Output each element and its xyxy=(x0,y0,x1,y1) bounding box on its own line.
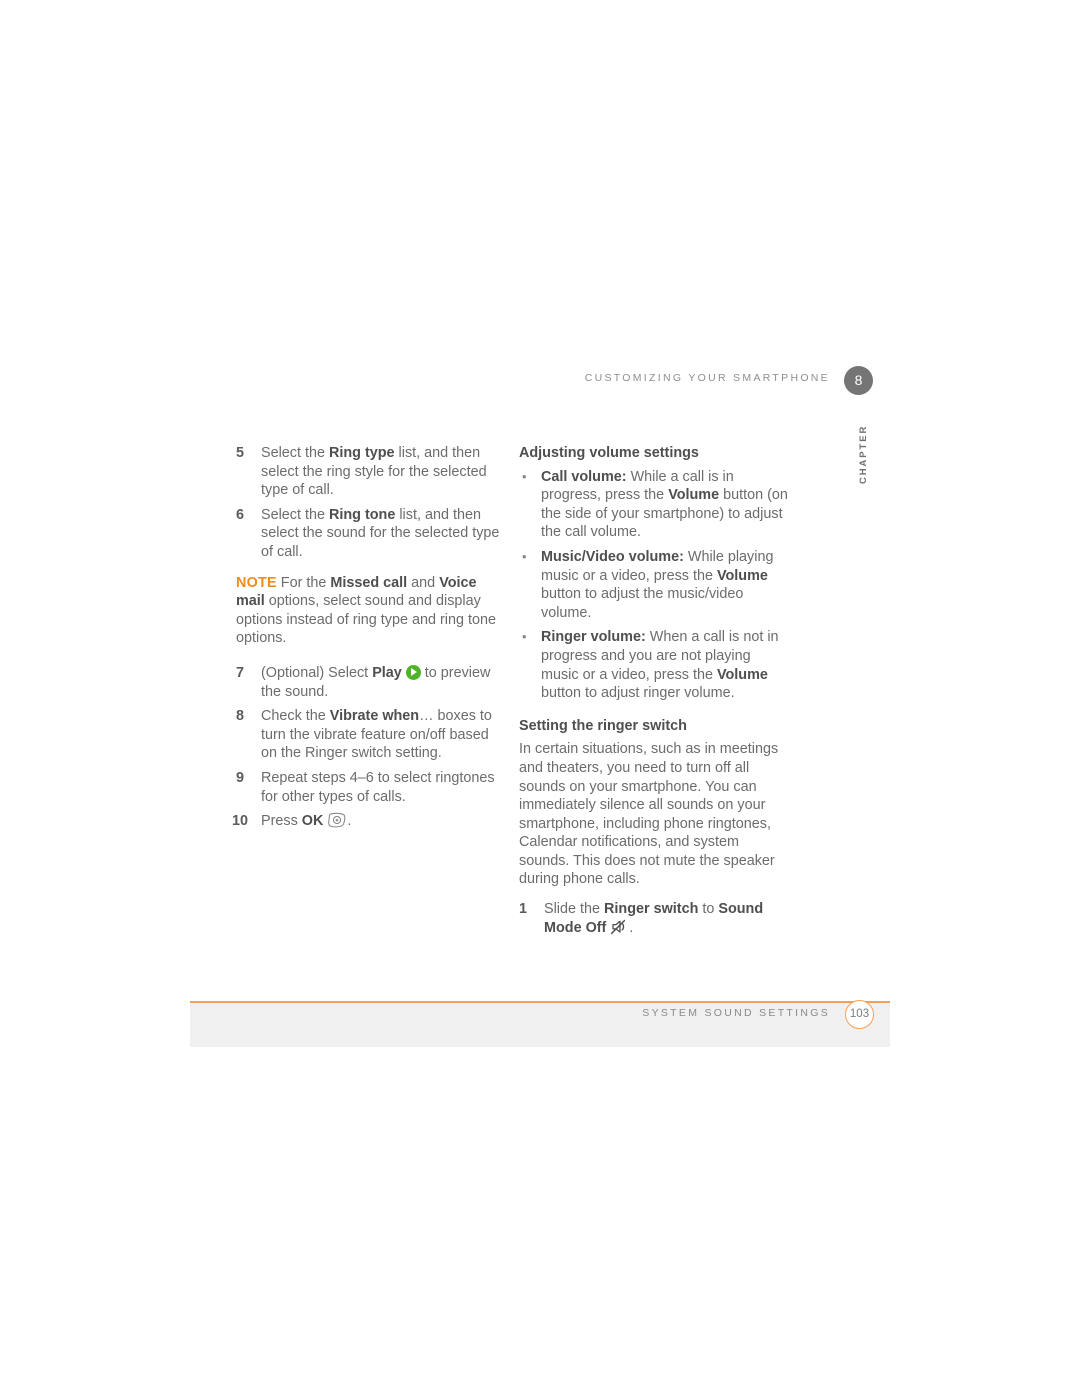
running-header-title: CUSTOMIZING YOUR SMARTPHONE xyxy=(584,372,830,384)
step-10-number: 10 xyxy=(232,813,249,830)
heading-setting-the-ringer-switch: Setting the ringer switch xyxy=(519,717,687,734)
bullet-ringer-volume-text: Ringer volume: When a call is not in pro… xyxy=(541,629,779,702)
emphasis-text: Ringer switch xyxy=(604,901,699,918)
step-8: 8 Check the Vibrate when… boxes to turn … xyxy=(236,707,508,763)
ok-key-icon xyxy=(327,812,347,828)
emphasis-text: Volume xyxy=(716,567,768,584)
ringer-step-1-text: Slide the Ringer switch to Sound Mode Of… xyxy=(544,901,764,936)
step-10-text: Press OK . xyxy=(261,812,352,830)
footer-rule xyxy=(190,1001,890,1003)
emphasis-text: Volume xyxy=(716,666,768,683)
left-column: 5 Select the Ring type list, and then se… xyxy=(232,444,508,837)
bullet-dot-icon: • xyxy=(522,548,527,564)
emphasis-text: Ring tone xyxy=(329,506,396,523)
step-9-text: Repeat steps 4–6 to select ringtones for… xyxy=(261,769,495,805)
bullet-dot-icon: • xyxy=(522,629,527,645)
step-5-text: Select the Ring type list, and then sele… xyxy=(261,445,487,499)
heading-adjusting-volume-settings: Adjusting volume settings xyxy=(519,445,699,461)
chapter-vertical-label: CHAPTER xyxy=(836,400,881,490)
play-icon xyxy=(405,664,421,680)
step-7-number: 7 xyxy=(236,664,245,681)
right-column: Adjusting volume settings • Call volume:… xyxy=(519,444,791,943)
emphasis-text: Music/Video volume: xyxy=(541,548,684,565)
step-9: 9 Repeat steps 4–6 to select ringtones f… xyxy=(236,769,508,806)
bullet-call-volume-text: Call volume: While a call is in progress… xyxy=(541,468,788,541)
step-10: 10 Press OK . xyxy=(232,812,508,831)
step-5-number: 5 xyxy=(236,445,245,461)
step-7-text: (Optional) Select Play to preview the so… xyxy=(261,664,491,700)
manual-page: CUSTOMIZING YOUR SMARTPHONE 8 CHAPTER 5 … xyxy=(0,0,1080,1397)
ringer-switch-paragraph: In certain situations, such as in meetin… xyxy=(519,741,779,888)
page-number-badge: 103 xyxy=(845,1000,874,1029)
emphasis-text: OK xyxy=(301,813,324,830)
ringer-step-1: 1 Slide the Ringer switch to Sound Mode … xyxy=(519,900,791,937)
step-6: 6 Select the Ring tone list, and then se… xyxy=(236,506,508,562)
bullet-music-video-volume-text: Music/Video volume: While playing music … xyxy=(541,548,774,621)
emphasis-text: Ring type xyxy=(329,445,395,461)
step-8-text: Check the Vibrate when… boxes to turn th… xyxy=(261,708,492,762)
note-label: NOTE xyxy=(236,574,277,591)
emphasis-text: Call volume: xyxy=(541,468,627,485)
footer-section-title: SYSTEM SOUND SETTINGS xyxy=(642,1007,830,1019)
emphasis-text: Missed call xyxy=(330,574,408,591)
step-5: 5 Select the Ring type list, and then se… xyxy=(236,444,508,500)
ringer-step-1-number: 1 xyxy=(519,901,528,918)
emphasis-text: Vibrate when xyxy=(329,708,420,725)
emphasis-text: Ringer volume: xyxy=(541,629,646,646)
step-7: 7 (Optional) Select Play to preview the … xyxy=(236,664,508,701)
step-6-text: Select the Ring tone list, and then sele… xyxy=(261,506,500,560)
step-9-number: 9 xyxy=(236,769,245,786)
step-8-number: 8 xyxy=(236,708,245,725)
bullet-music-video-volume: • Music/Video volume: While playing musi… xyxy=(519,548,791,622)
emphasis-text: Play xyxy=(372,664,402,681)
chapter-vertical-label-text: CHAPTER xyxy=(858,424,869,484)
note-block: NOTE For the Missed call and Voice mail … xyxy=(236,574,508,648)
sound-off-icon xyxy=(610,919,629,935)
emphasis-text: Volume xyxy=(668,487,720,504)
bullet-dot-icon: • xyxy=(522,468,527,484)
step-6-number: 6 xyxy=(236,506,245,523)
bullet-ringer-volume: • Ringer volume: When a call is not in p… xyxy=(519,628,791,702)
bullet-call-volume: • Call volume: While a call is in progre… xyxy=(519,468,791,542)
chapter-number-badge: 8 xyxy=(844,366,873,395)
